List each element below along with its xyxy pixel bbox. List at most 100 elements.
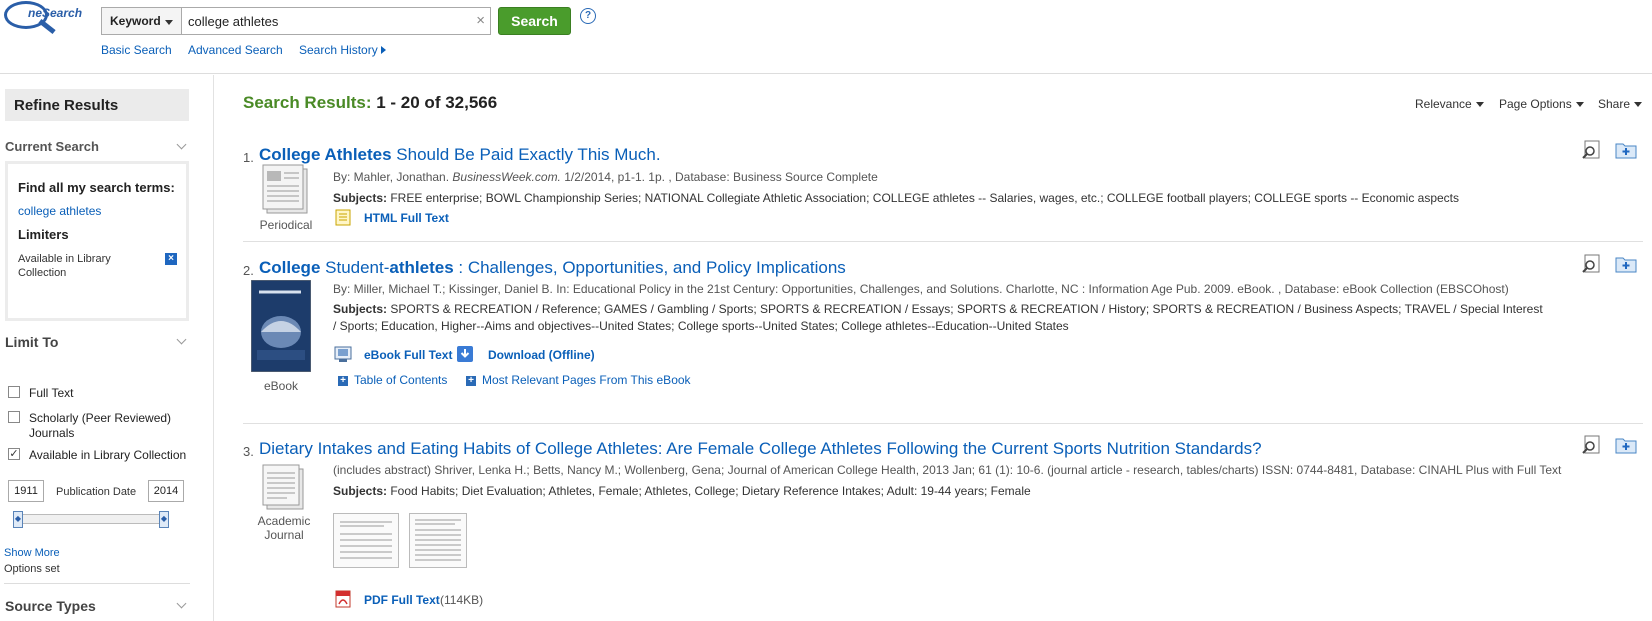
page-options-label: Page Options bbox=[1499, 97, 1572, 111]
checkbox-checked[interactable]: ✓ bbox=[8, 448, 20, 460]
slider-handle-right[interactable]: ◆ bbox=[159, 511, 169, 528]
subjects-label: Subjects: bbox=[333, 484, 388, 498]
subjects-text: FREE enterprise; BOWL Championship Serie… bbox=[387, 191, 1460, 205]
source-type-label: eBook bbox=[263, 379, 299, 393]
limit-to-header[interactable]: Limit To bbox=[5, 334, 187, 350]
journal-icon bbox=[262, 464, 304, 510]
table-preview-graphic bbox=[340, 521, 392, 559]
advanced-search-link[interactable]: Advanced Search bbox=[188, 43, 283, 57]
chevron-down-icon bbox=[176, 334, 187, 345]
source-types-title: Source Types bbox=[5, 598, 96, 614]
show-more-link[interactable]: Show More bbox=[4, 547, 60, 559]
divider bbox=[243, 241, 1643, 242]
chevron-down-icon bbox=[1634, 102, 1643, 108]
results-area: Search Results: 1 - 20 of 32,566 Relevan… bbox=[243, 75, 1652, 621]
title-highlight: College bbox=[259, 258, 321, 277]
result-number: 2. bbox=[243, 263, 254, 278]
basic-search-link[interactable]: Basic Search bbox=[101, 43, 172, 57]
table-of-contents-link[interactable]: + Table of Contents bbox=[338, 373, 447, 387]
limiters-label: Limiters bbox=[18, 227, 69, 242]
download-offline-link[interactable]: Download (Offline) bbox=[488, 348, 595, 362]
file-size: (114KB) bbox=[440, 593, 484, 607]
help-icon[interactable]: ? bbox=[580, 8, 596, 24]
full-text-label: Full Text bbox=[29, 386, 74, 400]
meta-authors: By: Mahler, Jonathan. bbox=[333, 170, 453, 184]
publication-date-label: Publication Date bbox=[56, 486, 137, 498]
title-text: Student- bbox=[320, 258, 390, 277]
page-preview-image[interactable] bbox=[409, 513, 467, 568]
search-field-select[interactable]: Keyword bbox=[102, 8, 182, 34]
toc-label: Table of Contents bbox=[354, 373, 448, 387]
subjects-text: SPORTS & RECREATION / Reference; GAMES /… bbox=[333, 302, 1543, 333]
preview-icon[interactable] bbox=[1581, 140, 1603, 160]
ebook-full-text-link[interactable]: eBook Full Text bbox=[364, 348, 452, 362]
page-preview-image[interactable] bbox=[333, 513, 399, 568]
preview-icon[interactable] bbox=[1581, 254, 1603, 274]
chevron-down-icon bbox=[1475, 102, 1484, 108]
search-history-link[interactable]: Search History bbox=[299, 43, 386, 57]
refine-results-title: Refine Results bbox=[5, 89, 189, 121]
add-to-folder-icon[interactable] bbox=[1615, 139, 1637, 159]
result-meta: By: Miller, Michael T.; Kissinger, Danie… bbox=[333, 282, 1509, 296]
clear-icon[interactable]: × bbox=[476, 12, 485, 29]
limit-to-title: Limit To bbox=[5, 334, 59, 350]
result-item: 2. College Student-athletes : Challenges… bbox=[243, 254, 1643, 408]
remove-limiter-icon[interactable]: × bbox=[165, 253, 177, 265]
ebook-thumbnail[interactable]: eBook bbox=[243, 279, 319, 393]
options-set-label: Options set bbox=[4, 563, 60, 575]
checkbox[interactable] bbox=[8, 386, 20, 398]
title-text: : Challenges, Opportunities, and Policy … bbox=[453, 258, 846, 277]
sort-label: Relevance bbox=[1415, 97, 1472, 111]
results-count: 1 - 20 of 32,566 bbox=[376, 93, 498, 112]
header: neSearch Keyword college athletes × Sear… bbox=[0, 0, 1652, 74]
meta-details: 1/2/2014, p1-1. 1p. , Database: Business… bbox=[560, 170, 878, 184]
relevant-pages-link[interactable]: + Most Relevant Pages From This eBook bbox=[466, 373, 691, 387]
result-title[interactable]: Dietary Intakes and Eating Habits of Col… bbox=[259, 439, 1262, 459]
chevron-down-icon bbox=[165, 20, 173, 25]
current-search-header[interactable]: Current Search bbox=[5, 139, 187, 154]
ebook-cover-image bbox=[250, 279, 312, 373]
html-full-text-link[interactable]: HTML Full Text bbox=[364, 211, 449, 225]
result-subjects: Subjects: SPORTS & RECREATION / Referenc… bbox=[333, 301, 1548, 335]
pdf-icon bbox=[335, 590, 351, 608]
slider-handle-left[interactable]: ◆ bbox=[13, 511, 23, 528]
search-terms-link[interactable]: college athletes bbox=[18, 204, 176, 218]
page-options-dropdown[interactable]: Page Options bbox=[1499, 97, 1584, 111]
refine-sidebar: Refine Results Current Search Find all m… bbox=[0, 75, 214, 621]
chevron-down-icon bbox=[176, 598, 187, 609]
result-number: 3. bbox=[243, 444, 254, 459]
result-meta: (includes abstract) Shriver, Lenka H.; B… bbox=[333, 463, 1562, 477]
search-history-label: Search History bbox=[299, 43, 378, 57]
source-types-header[interactable]: Source Types bbox=[5, 598, 187, 614]
periodical-icon bbox=[262, 164, 308, 214]
expand-icon: + bbox=[466, 375, 476, 386]
result-meta: By: Mahler, Jonathan. BusinessWeek.com. … bbox=[333, 170, 878, 184]
results-heading: Search Results: 1 - 20 of 32,566 bbox=[243, 93, 497, 113]
onesearch-logo[interactable]: neSearch bbox=[0, 0, 90, 40]
date-slider-track[interactable]: ◆ ◆ bbox=[13, 511, 169, 528]
search-input[interactable]: college athletes bbox=[188, 14, 278, 29]
add-to-folder-icon[interactable] bbox=[1615, 253, 1637, 273]
share-dropdown[interactable]: Share bbox=[1598, 97, 1643, 111]
title-highlight: athletes bbox=[389, 258, 454, 277]
chevron-down-icon bbox=[1575, 102, 1584, 108]
add-to-folder-icon[interactable] bbox=[1615, 434, 1637, 454]
periodical-thumbnail[interactable]: Periodical bbox=[251, 159, 321, 232]
result-subjects: Subjects: FREE enterprise; BOWL Champion… bbox=[333, 190, 1548, 207]
pdf-full-text-link[interactable]: PDF Full Text bbox=[364, 593, 440, 607]
share-label: Share bbox=[1598, 97, 1631, 111]
date-to-input[interactable]: 2014 bbox=[148, 480, 184, 502]
title-text: Should Be Paid Exactly This Much. bbox=[391, 145, 661, 164]
find-all-label: Find all my search terms: bbox=[18, 180, 175, 195]
current-search-title: Current Search bbox=[5, 139, 99, 154]
magnifier-handle bbox=[38, 18, 56, 35]
academic-journal-thumbnail[interactable]: Academic Journal bbox=[247, 461, 321, 542]
result-title[interactable]: College Student-athletes : Challenges, O… bbox=[259, 258, 846, 278]
search-box: Keyword college athletes × bbox=[101, 7, 491, 35]
preview-icon[interactable] bbox=[1581, 435, 1603, 455]
sort-dropdown[interactable]: Relevance bbox=[1415, 97, 1484, 111]
checkbox[interactable] bbox=[8, 411, 20, 423]
date-from-input[interactable]: 1911 bbox=[8, 480, 44, 502]
search-button[interactable]: Search bbox=[498, 7, 571, 35]
current-search-box: Find all my search terms: college athlet… bbox=[5, 161, 189, 321]
